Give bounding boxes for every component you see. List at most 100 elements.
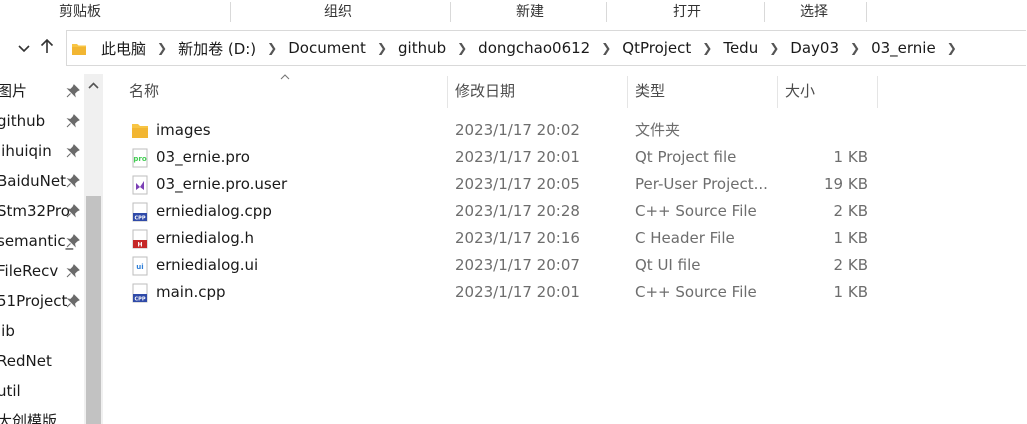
chevron-right-icon[interactable]: ❯	[947, 41, 957, 55]
pin-icon	[66, 114, 80, 128]
file-name: 03_ernie.pro.user	[156, 175, 288, 193]
pin-icon	[66, 174, 80, 188]
column-header-type[interactable]: 类型	[635, 74, 775, 108]
sidebar-item-jihuiqin[interactable]: jihuiqin	[0, 136, 84, 166]
pin-icon	[66, 264, 80, 278]
breadcrumb-item[interactable]: 新加卷 (D:)	[176, 38, 258, 59]
column-header-size[interactable]: 大小	[785, 74, 875, 108]
cpp-file-icon: CPP	[132, 202, 148, 222]
breadcrumb-item[interactable]: dongchao0612	[476, 39, 592, 57]
scroll-up-arrow-icon[interactable]	[84, 78, 103, 94]
pin-icon	[66, 84, 80, 98]
sidebar-item-label: lib	[0, 322, 15, 340]
column-header-name[interactable]: 名称	[129, 74, 445, 108]
breadcrumb-item[interactable]: Tedu	[721, 39, 760, 57]
file-size: 1 KB	[833, 229, 868, 247]
qt-ui-file-icon: ui	[132, 256, 148, 276]
sidebar-item-semantic[interactable]: semantic_	[0, 226, 84, 256]
sidebar-item-label: BaiduNet	[0, 172, 67, 190]
recent-locations-button[interactable]	[14, 38, 34, 60]
column-divider[interactable]	[877, 76, 878, 108]
chevron-right-icon[interactable]: ❯	[769, 41, 779, 55]
pin-icon	[66, 234, 80, 248]
ribbon-group-select: 选择	[800, 4, 828, 20]
file-row[interactable]: CPP erniedialog.cpp 2023/1/17 20:28 C++ …	[124, 198, 884, 225]
breadcrumb-item[interactable]: 此电脑	[99, 38, 148, 59]
file-type: C++ Source File	[635, 202, 757, 220]
chevron-right-icon[interactable]: ❯	[702, 41, 712, 55]
breadcrumb-item[interactable]: github	[396, 39, 448, 57]
file-type: C++ Source File	[635, 283, 757, 301]
breadcrumb: 此电脑 ❯ 新加卷 (D:) ❯ Document ❯ github ❯ don…	[99, 31, 966, 65]
chevron-right-icon[interactable]: ❯	[157, 41, 167, 55]
pin-icon	[66, 144, 80, 158]
sidebar-item-util[interactable]: util	[0, 376, 84, 406]
file-name: erniedialog.cpp	[156, 202, 272, 220]
file-name: erniedialog.ui	[156, 256, 259, 274]
file-date: 2023/1/17 20:01	[455, 283, 580, 301]
sidebar-item-template[interactable]: 大创模版	[0, 406, 84, 424]
file-size: 1 KB	[833, 148, 868, 166]
file-type: Per-User Project...	[635, 175, 768, 193]
sidebar-item-label: github	[0, 112, 46, 130]
scrollbar-thumb[interactable]	[86, 196, 101, 424]
ribbon-group-open: 打开	[673, 4, 701, 20]
column-divider[interactable]	[777, 76, 778, 108]
ribbon-separator	[230, 2, 231, 22]
navigation-pane: 图片 github jihuiqin BaiduNet Stm32Pro sem…	[0, 74, 103, 424]
column-divider[interactable]	[627, 76, 628, 108]
file-date: 2023/1/17 20:28	[455, 202, 580, 220]
folder-icon	[132, 124, 148, 138]
file-size: 2 KB	[833, 256, 868, 274]
file-type: 文件夹	[635, 121, 681, 139]
sidebar-item-label: FileRecv	[0, 262, 59, 280]
sidebar-item-label: 大创模版	[0, 412, 58, 424]
column-divider[interactable]	[447, 76, 448, 108]
pin-icon	[66, 294, 80, 308]
sidebar-item-label: 图片	[0, 82, 28, 100]
file-row[interactable]: CPP main.cpp 2023/1/17 20:01 C++ Source …	[124, 279, 884, 306]
file-date: 2023/1/17 20:01	[455, 148, 580, 166]
chevron-right-icon[interactable]: ❯	[457, 41, 467, 55]
file-type: Qt Project file	[635, 148, 737, 166]
up-button[interactable]	[37, 38, 57, 60]
ribbon-group-clipboard: 剪贴板	[59, 4, 101, 20]
sidebar-item-baidunet[interactable]: BaiduNet	[0, 166, 84, 196]
file-size: 2 KB	[833, 202, 868, 220]
chevron-right-icon[interactable]: ❯	[377, 41, 387, 55]
sidebar-item-label: Stm32Pro	[0, 202, 70, 220]
navigation-pane-scrollbar[interactable]	[84, 74, 103, 424]
file-name: main.cpp	[156, 283, 226, 301]
sidebar-item-rednet[interactable]: RedNet	[0, 346, 84, 376]
cpp-file-icon: CPP	[132, 283, 148, 303]
breadcrumb-item[interactable]: 03_ernie	[869, 39, 938, 57]
breadcrumb-item[interactable]: Document	[286, 39, 368, 57]
sidebar-item-51project[interactable]: 51Project	[0, 286, 84, 316]
breadcrumb-item[interactable]: Day03	[788, 39, 841, 57]
file-row[interactable]: H erniedialog.h 2023/1/17 20:16 C Header…	[124, 225, 884, 252]
sidebar-item-label: jihuiqin	[0, 142, 52, 160]
sidebar-item-lib[interactable]: lib	[0, 316, 84, 346]
sidebar-item-stm32pro[interactable]: Stm32Pro	[0, 196, 84, 226]
file-name: erniedialog.h	[156, 229, 255, 247]
file-date: 2023/1/17 20:02	[455, 121, 580, 139]
breadcrumb-item[interactable]: QtProject	[620, 39, 693, 57]
chevron-right-icon[interactable]: ❯	[601, 41, 611, 55]
chevron-right-icon[interactable]: ❯	[850, 41, 860, 55]
column-header-date[interactable]: 修改日期	[455, 74, 625, 108]
file-row[interactable]: 03_ernie.pro.user 2023/1/17 20:05 Per-Us…	[124, 171, 884, 198]
header-file-icon: H	[132, 229, 148, 249]
file-row[interactable]: ui erniedialog.ui 2023/1/17 20:07 Qt UI …	[124, 252, 884, 279]
sidebar-item-filerecv[interactable]: FileRecv	[0, 256, 84, 286]
sidebar-item-pictures[interactable]: 图片	[0, 76, 84, 106]
ribbon-group-organize: 组织	[324, 4, 352, 20]
address-bar[interactable]: 此电脑 ❯ 新加卷 (D:) ❯ Document ❯ github ❯ don…	[66, 30, 1026, 66]
chevron-right-icon[interactable]: ❯	[267, 41, 277, 55]
ribbon-group-new: 新建	[516, 4, 544, 20]
file-row[interactable]: pro 03_ernie.pro 2023/1/17 20:01 Qt Proj…	[124, 144, 884, 171]
file-date: 2023/1/17 20:07	[455, 256, 580, 274]
sidebar-item-github[interactable]: github	[0, 106, 84, 136]
folder-icon	[72, 44, 86, 55]
file-row[interactable]: images 2023/1/17 20:02 文件夹	[124, 117, 884, 144]
ribbon-separator	[450, 2, 451, 22]
